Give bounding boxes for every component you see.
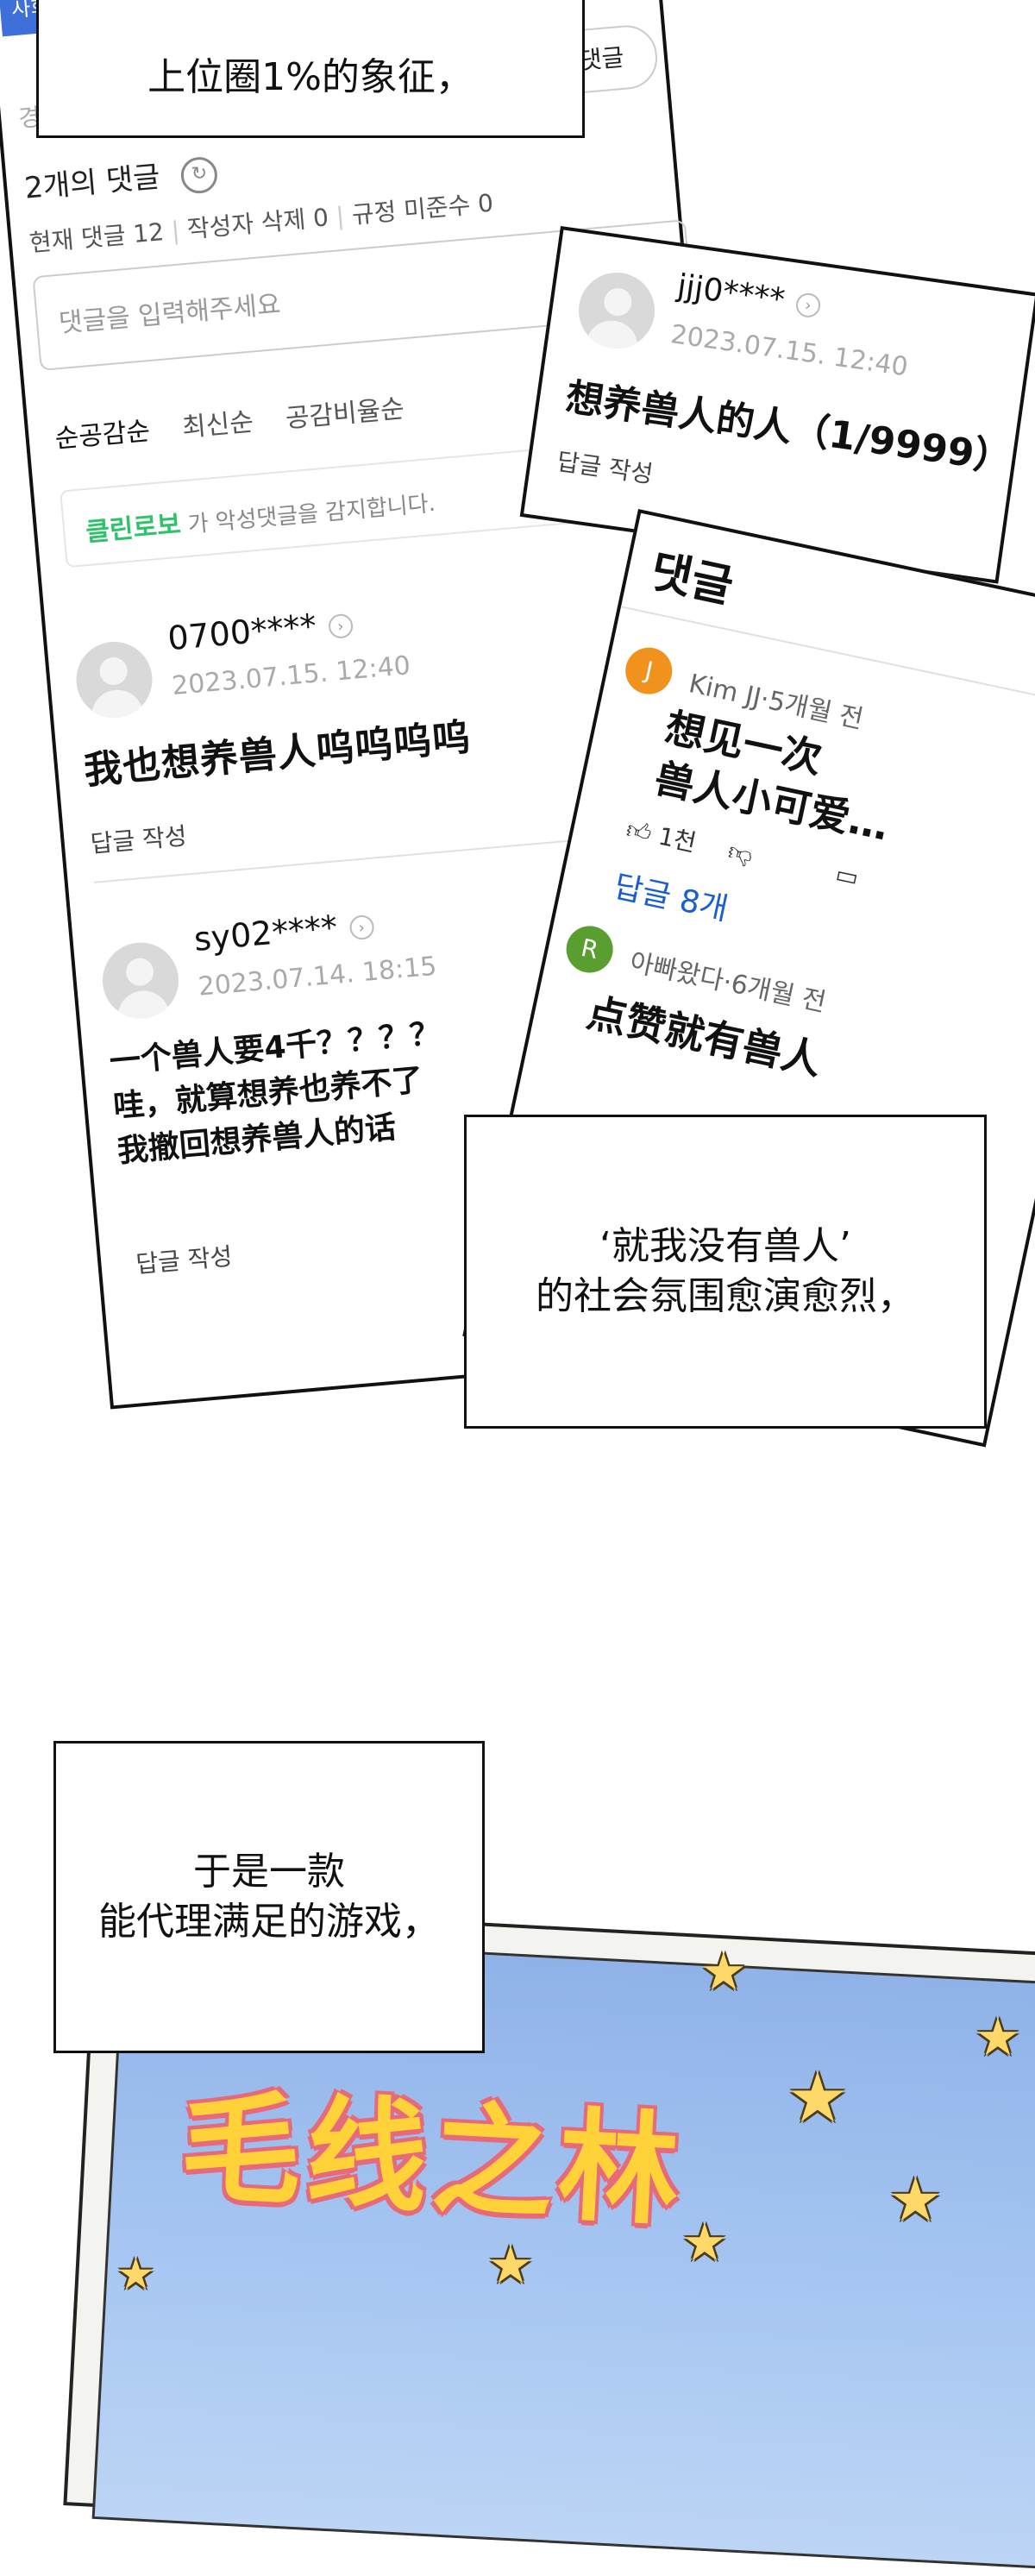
comment-body: 我也想养兽人呜呜呜呜 (82, 715, 474, 794)
comment-time: 2023.07.15. 12:40 (170, 650, 412, 702)
reply-link[interactable]: 답글 작성 (135, 1238, 234, 1281)
star-icon: ★ (787, 2058, 849, 2138)
yt-replies-link[interactable]: 답글 8개 (611, 861, 733, 929)
sort-tabs: 순공감순 최신순 공감비율순 (53, 387, 406, 456)
star-icon: ★ (700, 1942, 747, 2002)
comment-user[interactable]: jjj0**** (675, 268, 787, 318)
stat-current: 현재 댓글 12 (28, 217, 166, 258)
yt-comment-item: J Kim JJ·5개월 전 想见一次 兽人小可爱… 👍︎ 1천 👎︎ ▭ 답글… (611, 643, 1035, 927)
count-title-text: 2개의 댓글 (22, 160, 162, 206)
top-caption: 上位圈1%的象征， (36, 0, 585, 138)
star-icon: ★ (975, 2007, 1021, 2068)
comment-time: 2023.07.14. 18:15 (197, 951, 438, 1002)
avatar (99, 939, 182, 1022)
star-icon: ★ (888, 2164, 943, 2235)
stat-deleted: 작성자 삭제 0 (185, 203, 330, 244)
yt-comment-item: R 아빠왔다·6개월 전 点赞就有兽人 (561, 921, 1035, 1084)
mid-caption: ‘就我没有兽人’ 的社会氛围愈演愈烈， (464, 1115, 987, 1429)
chevron-right-icon[interactable]: › (327, 613, 354, 639)
avatar: R (561, 921, 618, 977)
comment-count-title: 2개의 댓글 ↻ (22, 148, 219, 208)
game-title: 毛线之林 (177, 2076, 688, 2244)
yt-title: 댓글 (646, 545, 738, 614)
bottom-caption: 于是一款 能代理满足的游戏， (53, 1741, 485, 2053)
cleanbot-text: 가 악성댓글을 감지합니다. (179, 490, 437, 539)
chevron-right-icon[interactable]: › (794, 292, 822, 319)
avatar (72, 638, 156, 721)
reply-icon[interactable]: ▭ (833, 859, 862, 892)
comment-time: 2023.07.15. 12:40 (668, 319, 910, 383)
star-icon: ★ (487, 2235, 534, 2296)
star-icon: ★ (681, 2213, 728, 2273)
comment-user[interactable]: sy02**** (192, 908, 339, 958)
reply-link[interactable]: 답글 작성 (555, 443, 655, 490)
comment-input-placeholder: 댓글을 입력해주세요 (57, 289, 282, 339)
thumbs-down-icon[interactable]: 👎︎ (725, 837, 756, 870)
star-icon: ★ (116, 2249, 155, 2299)
avatar (574, 267, 660, 354)
refresh-icon[interactable]: ↻ (179, 154, 219, 195)
reply-link[interactable]: 답글 작성 (89, 817, 188, 860)
avatar: J (621, 643, 677, 699)
sort-tab-ratio[interactable]: 공감비율순 (285, 394, 406, 435)
comment-button-label: 댓글 (578, 42, 625, 76)
chevron-right-icon[interactable]: › (348, 914, 375, 940)
like-count: 1천 (656, 821, 699, 858)
sort-tab-newest[interactable]: 최신순 (181, 407, 255, 443)
comment-body: 一个兽人要4千？？？？ 哇，就算想养也养不了 我撤回想养兽人的话 (108, 1015, 442, 1170)
stat-violation: 규정 미준수 0 (350, 188, 495, 229)
sort-tab-likes[interactable]: 순공감순 (53, 416, 151, 454)
cleanbot-brand: 클린로보 (84, 509, 183, 549)
comment-user[interactable]: 0700**** (166, 606, 318, 657)
thumbs-up-icon[interactable]: 👍︎ (624, 815, 654, 848)
